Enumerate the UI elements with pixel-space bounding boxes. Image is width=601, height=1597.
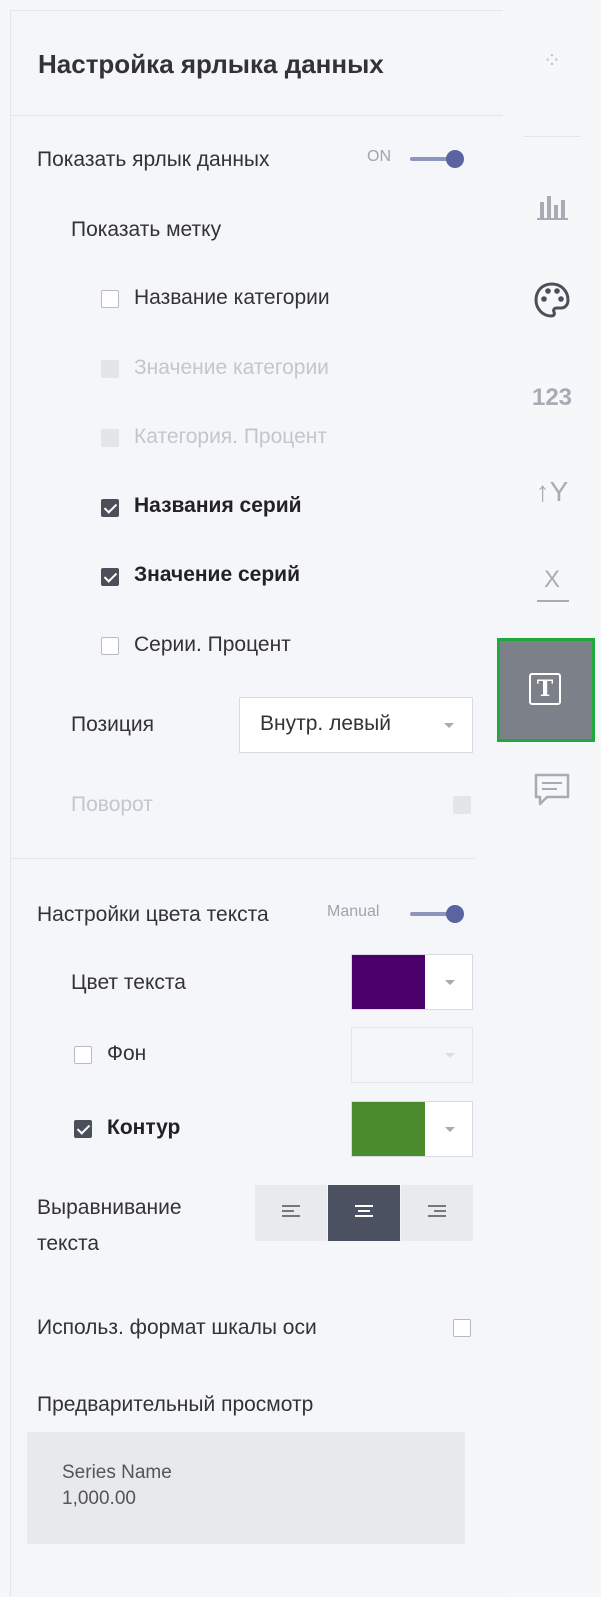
chevron-down-icon: [444, 723, 454, 728]
option-label: Название категории: [134, 286, 330, 309]
section-divider: [11, 858, 475, 859]
toggle-knob: [446, 150, 464, 168]
x-axis-label: X: [543, 566, 560, 593]
preview-series-name: Series Name: [62, 1462, 172, 1483]
align-center-button[interactable]: [328, 1185, 400, 1241]
align-right-button[interactable]: [401, 1185, 473, 1241]
palette-icon[interactable]: [503, 280, 601, 325]
color-swatch: [352, 955, 425, 1009]
text-color-label: Цвет текста: [71, 971, 186, 994]
preview-value: 1,000.00: [62, 1488, 136, 1509]
toggle-track: [410, 157, 448, 161]
checkbox[interactable]: [74, 1120, 92, 1138]
right-icon-rail: ⁘ 123 ↑Y X T: [497, 10, 601, 1596]
preview-label: Предварительный просмотр: [37, 1393, 314, 1416]
axis-format-checkbox[interactable]: [453, 1319, 471, 1337]
outline-color-picker[interactable]: [351, 1101, 473, 1157]
option-label: Серии. Процент: [134, 633, 291, 656]
y-axis-icon[interactable]: ↑Y: [503, 476, 601, 508]
checkbox[interactable]: [101, 499, 119, 517]
number-format-icon[interactable]: 123: [503, 384, 601, 412]
toggle-knob: [446, 905, 464, 923]
rail-divider: [523, 136, 581, 137]
comment-svg: [534, 773, 570, 806]
show-data-label-toggle-text: ON: [367, 148, 391, 165]
checkbox[interactable]: [101, 568, 119, 586]
checkbox[interactable]: [101, 290, 119, 308]
chevron-down-icon: [445, 980, 455, 985]
toggle-track: [410, 912, 448, 916]
show-mark-label: Показать метку: [71, 218, 222, 241]
position-select[interactable]: Внутр. левый: [239, 697, 473, 753]
alignment-label-line1: Выравнивание: [37, 1196, 182, 1219]
align-left-icon: [282, 1205, 300, 1220]
text-color-settings-label: Настройки цвета текста: [37, 903, 269, 926]
bar-chart-icon[interactable]: [503, 190, 601, 227]
checkbox: [101, 429, 119, 447]
comment-icon[interactable]: [503, 772, 601, 813]
rotation-label: Поворот: [71, 793, 153, 816]
text-icon-button[interactable]: T: [497, 638, 595, 742]
x-axis-arrow: [537, 600, 569, 602]
checkbox: [101, 360, 119, 378]
option-label: Категория. Процент: [134, 425, 327, 448]
position-label: Позиция: [71, 713, 155, 736]
background-color-picker: [351, 1027, 473, 1083]
scatter-icon[interactable]: ⁘: [503, 48, 601, 74]
preview-box: Series Name 1,000.00: [27, 1432, 465, 1544]
text-icon: T: [529, 673, 561, 705]
background-label: Фон: [107, 1042, 147, 1065]
panel-header: Настройка ярлыка данных: [11, 11, 504, 116]
checkbox[interactable]: [101, 637, 119, 655]
show-data-label-label: Показать ярлык данных: [37, 148, 270, 171]
alignment-label-line2: текста: [37, 1232, 100, 1255]
panel-title: Настройка ярлыка данных: [38, 49, 384, 79]
option-label: Названия серий: [134, 494, 302, 517]
palette-svg: [534, 282, 570, 318]
checkbox[interactable]: [74, 1046, 92, 1064]
outline-label: Контур: [107, 1116, 181, 1139]
option-label: Значение серий: [134, 563, 300, 586]
x-axis-icon[interactable]: X: [503, 566, 601, 602]
color-swatch: [352, 1102, 425, 1156]
text-color-picker[interactable]: [351, 954, 473, 1010]
chevron-down-icon: [445, 1127, 455, 1132]
position-value: Внутр. левый: [260, 712, 391, 735]
chevron-down-icon: [445, 1053, 455, 1058]
text-color-toggle-text: Manual: [327, 903, 380, 920]
option-label: Значение категории: [134, 356, 329, 379]
align-left-button[interactable]: [255, 1185, 327, 1241]
bar-chart-svg: [537, 196, 568, 220]
axis-format-label: Использ. формат шкалы оси: [37, 1316, 317, 1339]
rotation-checkbox: [453, 796, 471, 814]
alignment-group: [255, 1185, 473, 1241]
align-right-icon: [428, 1205, 446, 1220]
align-center-icon: [355, 1205, 373, 1220]
